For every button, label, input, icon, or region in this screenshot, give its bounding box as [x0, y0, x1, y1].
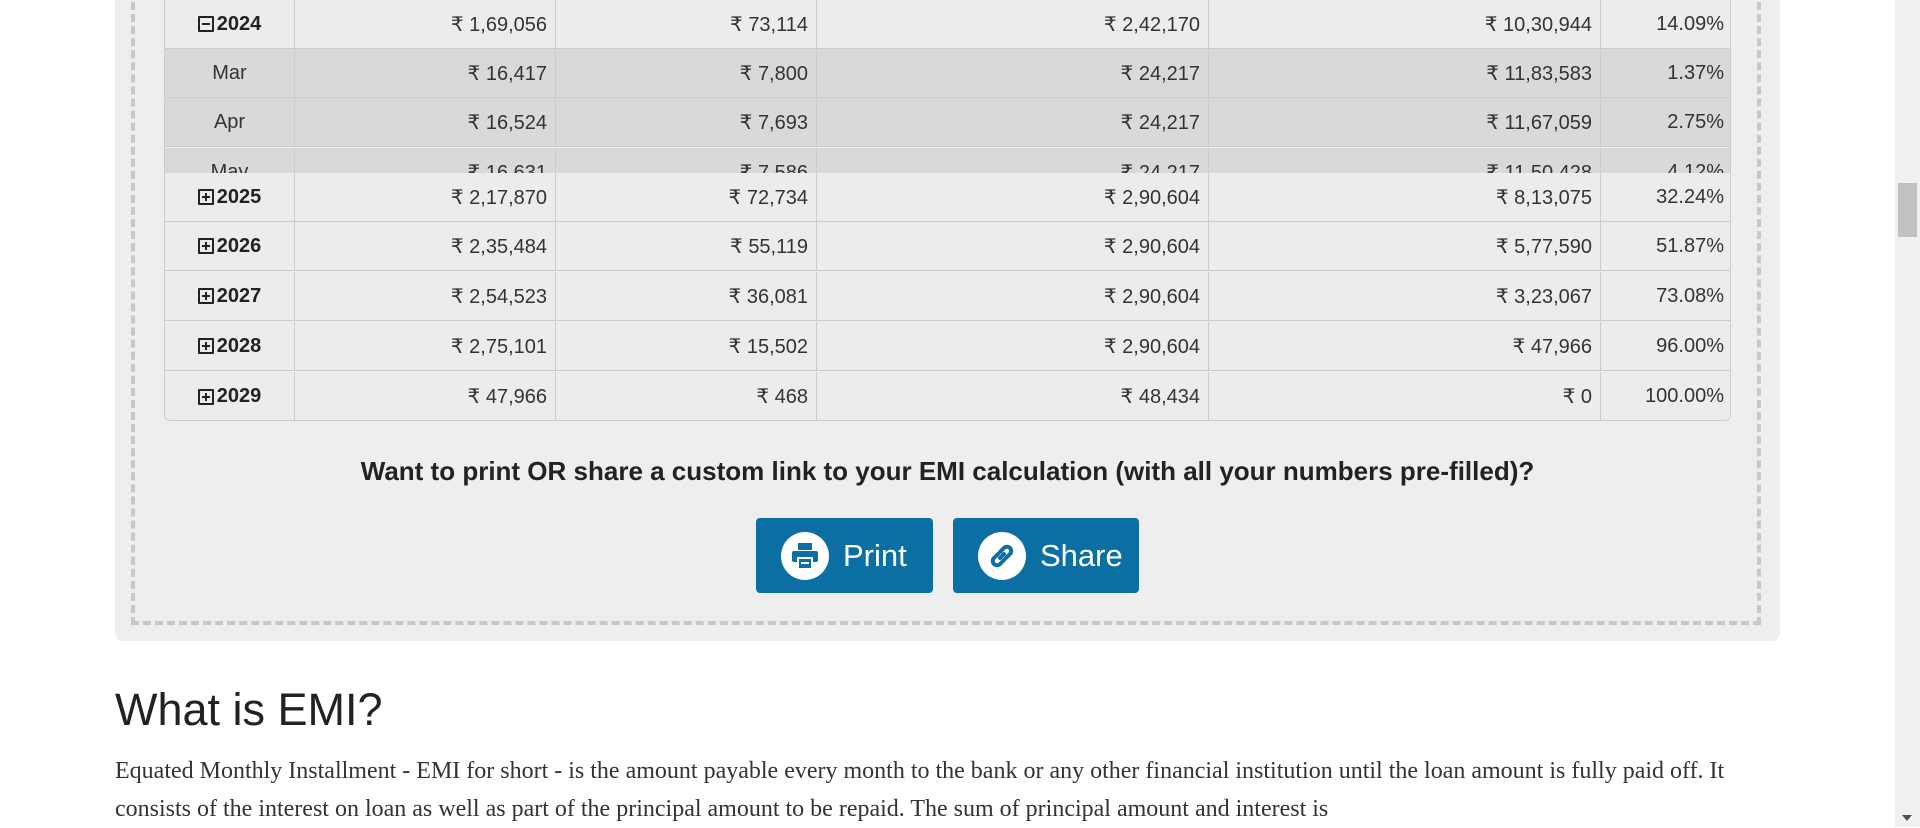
principal-cell: ₹ 47,966 — [295, 372, 556, 420]
expand-icon[interactable] — [197, 189, 214, 205]
interest-cell: ₹ 73,114 — [556, 0, 817, 48]
scrollbar-thumb[interactable] — [1898, 183, 1917, 237]
interest-cell: ₹ 55,119 — [556, 222, 817, 270]
interest-cell: ₹ 468 — [556, 372, 817, 420]
loan-paid-cell: 51.87% — [1656, 234, 1724, 257]
scroll-down-arrow-icon[interactable] — [1902, 815, 1912, 821]
loan-paid-cell: 100.00% — [1645, 385, 1724, 407]
loan-paid-cell: 73.08% — [1656, 284, 1724, 307]
table-row-year: 2028 ₹ 2,75,101 ₹ 15,502 ₹ 2,90,604 ₹ 47… — [165, 322, 1730, 371]
emi-schedule-table: 2024 ₹ 1,69,056 ₹ 73,114 ₹ 2,42,170 ₹ 10… — [164, 0, 1731, 421]
total-payment-cell: ₹ 24,217 — [817, 148, 1209, 173]
collapse-icon[interactable] — [197, 16, 214, 32]
share-button[interactable]: Share — [953, 518, 1139, 593]
table-row-year: 2024 ₹ 1,69,056 ₹ 73,114 ₹ 2,42,170 ₹ 10… — [165, 0, 1730, 49]
month-cell: Apr — [165, 98, 295, 146]
table-row-month: Apr ₹ 16,524 ₹ 7,693 ₹ 24,217 ₹ 11,67,05… — [165, 98, 1730, 147]
section-heading: What is EMI? — [115, 684, 383, 735]
balance-cell: ₹ 11,83,583 — [1209, 49, 1601, 97]
share-button-label: Share — [1040, 537, 1123, 573]
interest-cell: ₹ 7,693 — [556, 98, 817, 146]
principal-cell: ₹ 2,17,870 — [295, 173, 556, 221]
balance-cell: ₹ 3,23,067 — [1209, 272, 1601, 320]
total-payment-cell: ₹ 2,90,604 — [817, 222, 1209, 270]
balance-cell: ₹ 11,50,428 — [1209, 148, 1601, 173]
scroll-clip: May ₹ 16,631 ₹ 7,586 ₹ 24,217 ₹ 11,50,42… — [165, 148, 1730, 173]
month-cell: May — [165, 148, 295, 173]
expand-icon[interactable] — [197, 238, 214, 254]
expand-icon[interactable] — [197, 288, 214, 304]
interest-cell: ₹ 72,734 — [556, 173, 817, 221]
table-row-year: 2026 ₹ 2,35,484 ₹ 55,119 ₹ 2,90,604 ₹ 5,… — [165, 222, 1730, 271]
balance-cell: ₹ 47,966 — [1209, 322, 1601, 370]
total-payment-cell: ₹ 2,42,170 — [817, 0, 1209, 48]
balance-cell: ₹ 0 — [1209, 372, 1601, 420]
year-toggle[interactable]: 2026 — [197, 235, 261, 258]
principal-cell: ₹ 2,54,523 — [295, 272, 556, 320]
table-row-month: May ₹ 16,631 ₹ 7,586 ₹ 24,217 ₹ 11,50,42… — [165, 148, 1730, 173]
principal-cell: ₹ 2,75,101 — [295, 322, 556, 370]
print-button[interactable]: Print — [756, 518, 933, 593]
balance-cell: ₹ 5,77,590 — [1209, 222, 1601, 270]
expand-icon[interactable] — [197, 388, 214, 405]
year-toggle[interactable]: 2028 — [197, 335, 261, 358]
total-payment-cell: ₹ 24,217 — [817, 49, 1209, 97]
balance-cell: ₹ 8,13,075 — [1209, 173, 1601, 221]
balance-cell: ₹ 10,30,944 — [1209, 0, 1601, 48]
total-payment-cell: ₹ 48,434 — [817, 372, 1209, 420]
interest-cell: ₹ 36,081 — [556, 272, 817, 320]
principal-cell: ₹ 16,631 — [295, 148, 556, 173]
loan-paid-cell: 1.37% — [1667, 61, 1724, 84]
principal-cell: ₹ 16,417 — [295, 49, 556, 97]
print-button-label: Print — [843, 537, 907, 573]
total-payment-cell: ₹ 24,217 — [817, 98, 1209, 146]
loan-paid-cell: 96.00% — [1656, 334, 1724, 357]
link-icon — [978, 531, 1026, 580]
loan-paid-cell: 32.24% — [1656, 185, 1724, 208]
interest-cell: ₹ 15,502 — [556, 322, 817, 370]
table-row-year: 2025 ₹ 2,17,870 ₹ 72,734 ₹ 2,90,604 ₹ 8,… — [165, 173, 1730, 222]
total-payment-cell: ₹ 2,90,604 — [817, 173, 1209, 221]
page-scrollbar[interactable] — [1895, 0, 1920, 827]
table-row-month: Mar ₹ 16,417 ₹ 7,800 ₹ 24,217 ₹ 11,83,58… — [165, 49, 1730, 98]
printer-icon — [781, 531, 829, 580]
year-toggle[interactable]: 2029 — [197, 385, 261, 408]
loan-paid-cell: 14.09% — [1656, 12, 1724, 35]
loan-paid-cell: 4.12% — [1667, 160, 1724, 174]
year-toggle[interactable]: 2024 — [197, 13, 261, 36]
year-toggle[interactable]: 2027 — [197, 285, 261, 308]
section-paragraph: Equated Monthly Installment - EMI for sh… — [115, 758, 1725, 822]
principal-cell: ₹ 2,35,484 — [295, 222, 556, 270]
share-prompt-text: Want to print OR share a custom link to … — [360, 456, 1535, 486]
loan-paid-cell: 2.75% — [1667, 110, 1724, 133]
interest-cell: ₹ 7,586 — [556, 148, 817, 173]
total-payment-cell: ₹ 2,90,604 — [817, 272, 1209, 320]
month-cell: Mar — [165, 49, 295, 97]
expand-icon[interactable] — [197, 338, 214, 354]
year-toggle[interactable]: 2025 — [197, 186, 261, 209]
principal-cell: ₹ 1,69,056 — [295, 0, 556, 48]
balance-cell: ₹ 11,67,059 — [1209, 98, 1601, 146]
principal-cell: ₹ 16,524 — [295, 98, 556, 146]
table-row-year: 2029 ₹ 47,966 ₹ 468 ₹ 48,434 ₹ 0 100.00% — [165, 372, 1730, 420]
total-payment-cell: ₹ 2,90,604 — [817, 322, 1209, 370]
interest-cell: ₹ 7,800 — [556, 49, 817, 97]
table-row-year: 2027 ₹ 2,54,523 ₹ 36,081 ₹ 2,90,604 ₹ 3,… — [165, 272, 1730, 321]
